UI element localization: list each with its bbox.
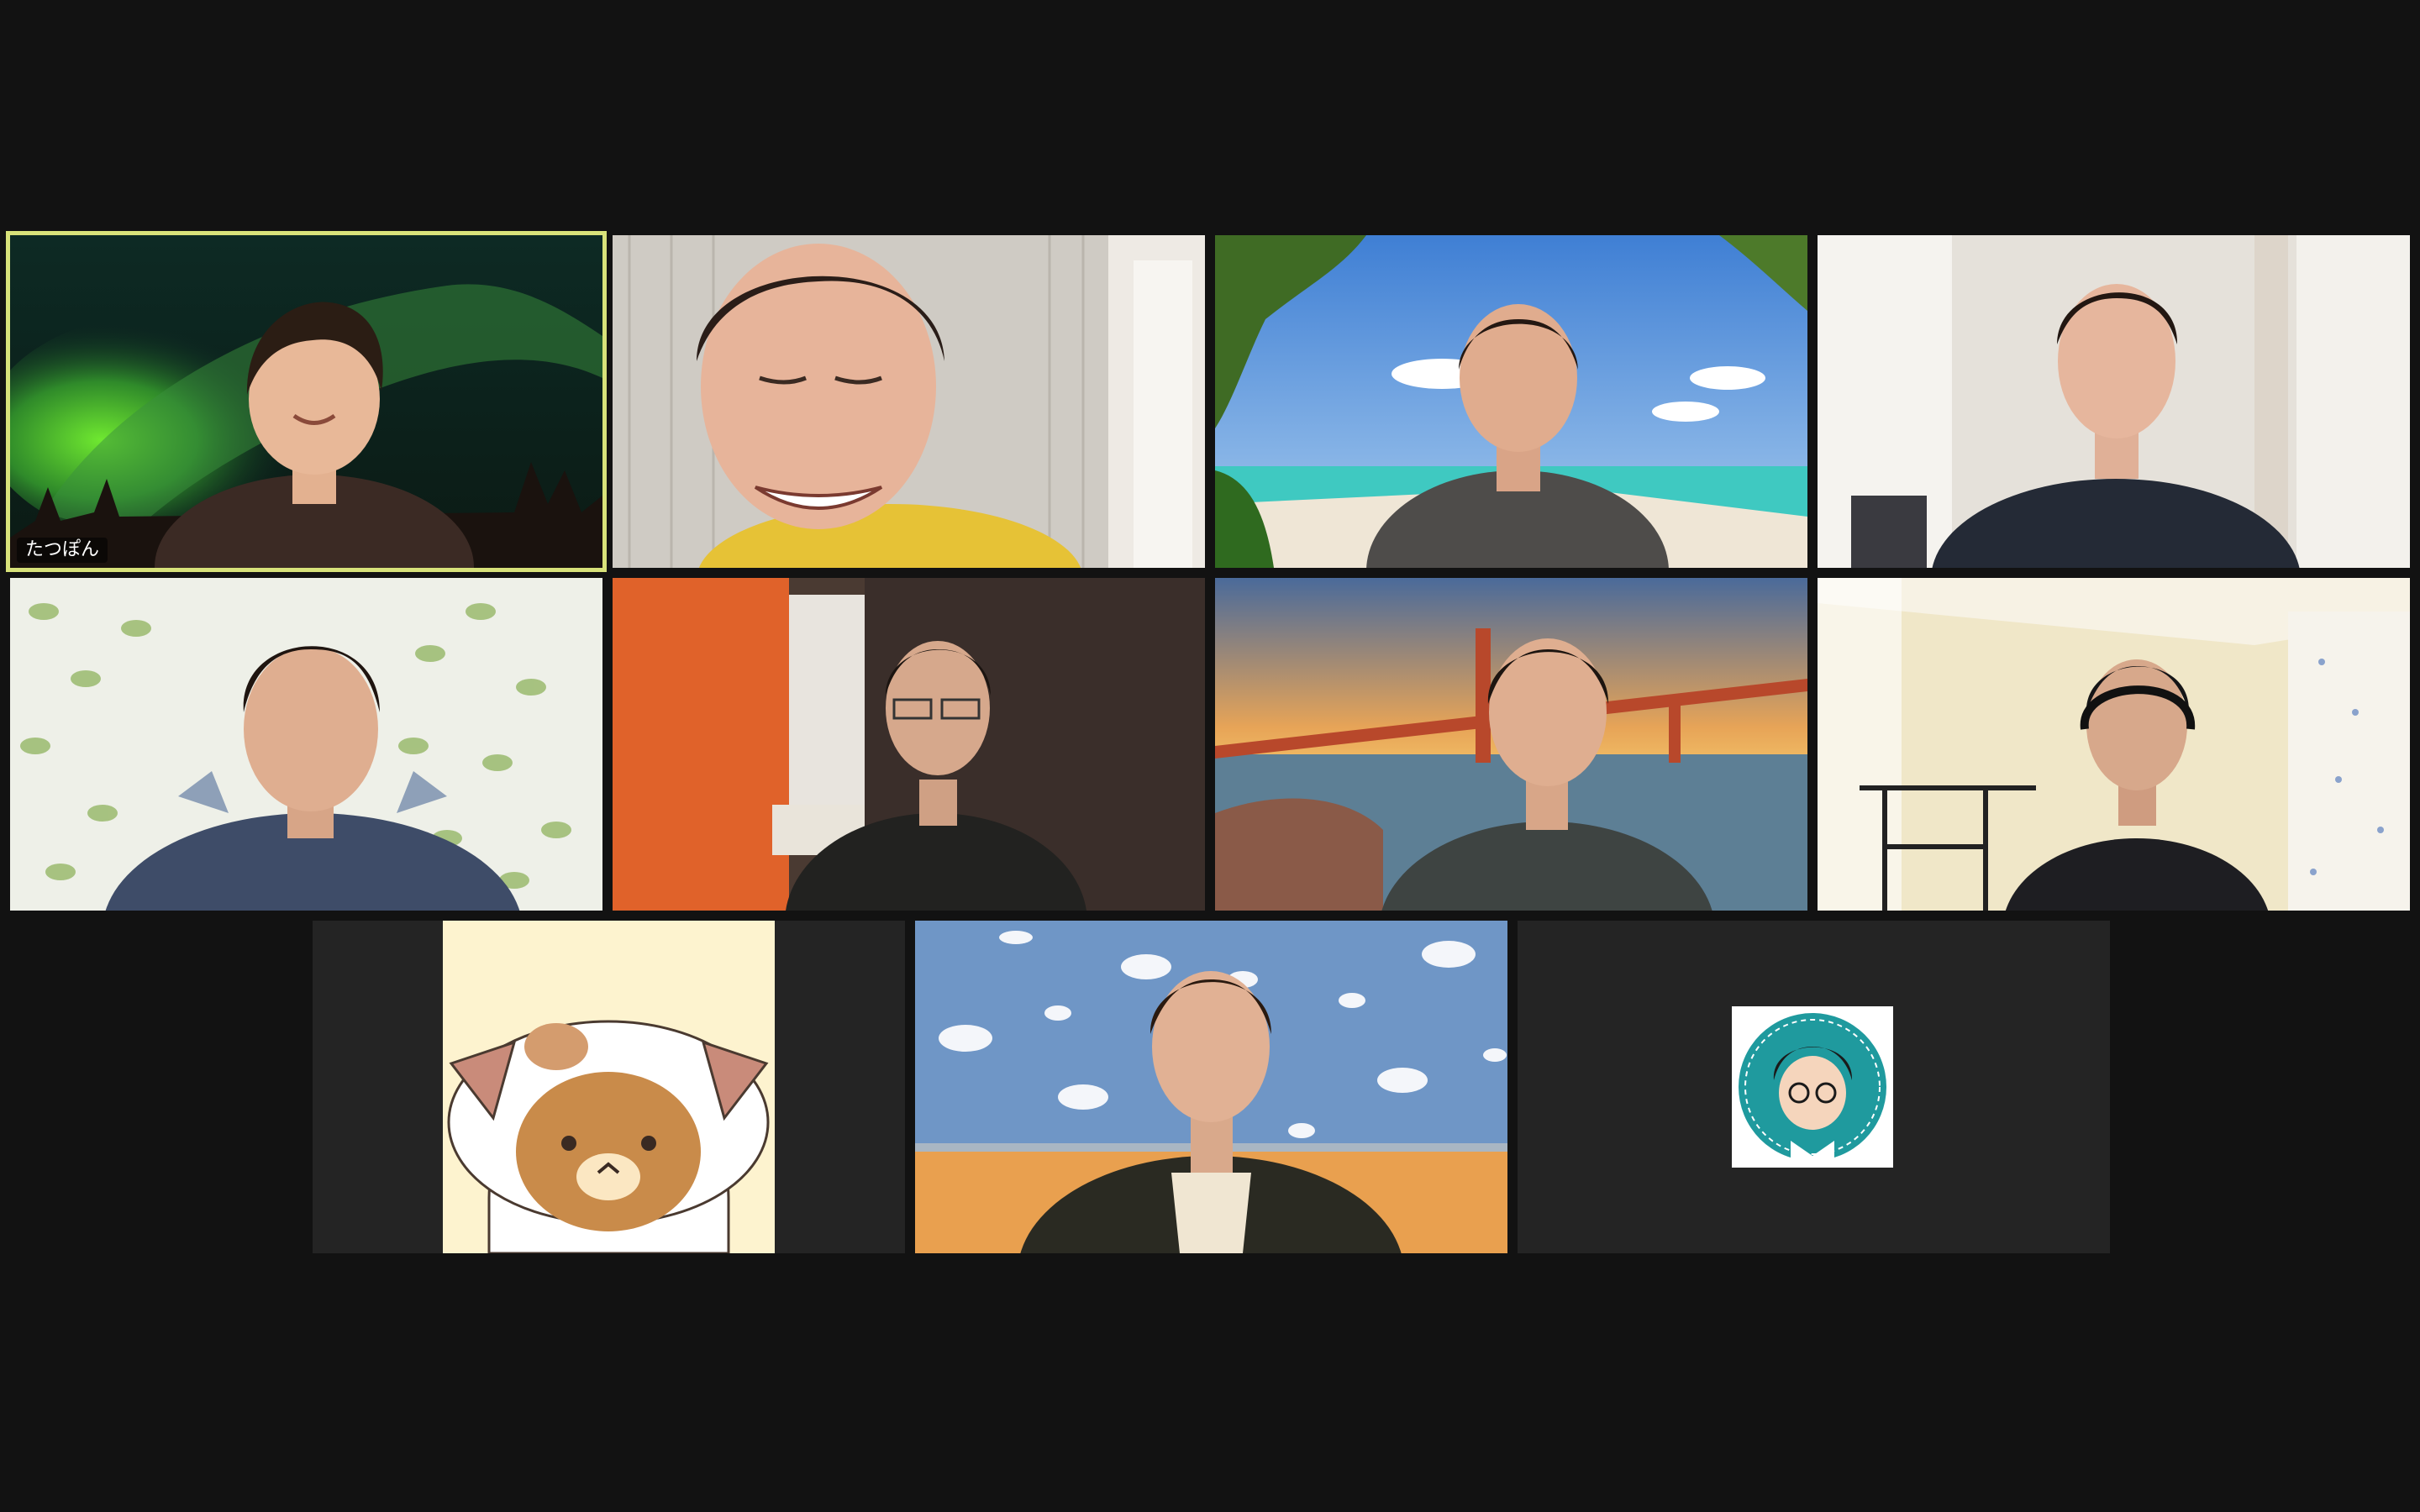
room-background — [1818, 578, 2410, 911]
beach-background — [1215, 235, 1807, 568]
cat-bear-avatar — [313, 921, 905, 1253]
participant-tile-5[interactable] — [10, 578, 602, 911]
room-background — [613, 578, 1205, 911]
participant-tile-9[interactable] — [313, 921, 905, 1253]
room-background — [1818, 235, 2410, 568]
video-gallery: たつぽん — [0, 0, 2420, 1512]
golden-gate-background — [1215, 578, 1807, 911]
cloud-wallpaper-background — [915, 921, 1507, 1253]
avatar-placeholder — [1518, 921, 2110, 1253]
participant-tile-6[interactable] — [613, 578, 1205, 911]
participant-tile-4[interactable] — [1818, 235, 2410, 568]
participant-tile-8[interactable] — [1818, 578, 2410, 911]
participant-tile-1[interactable]: たつぽん — [6, 231, 607, 572]
participant-name-label: たつぽん — [17, 538, 108, 563]
participant-tile-2[interactable] — [613, 235, 1205, 568]
participant-tile-11[interactable] — [1518, 921, 2110, 1253]
participant-tile-7[interactable] — [1215, 578, 1807, 911]
leaf-curtain-background — [10, 578, 602, 911]
room-background — [613, 235, 1205, 568]
participant-tile-10[interactable] — [915, 921, 1507, 1253]
aurora-background — [10, 235, 602, 568]
participant-tile-3[interactable] — [1215, 235, 1807, 568]
